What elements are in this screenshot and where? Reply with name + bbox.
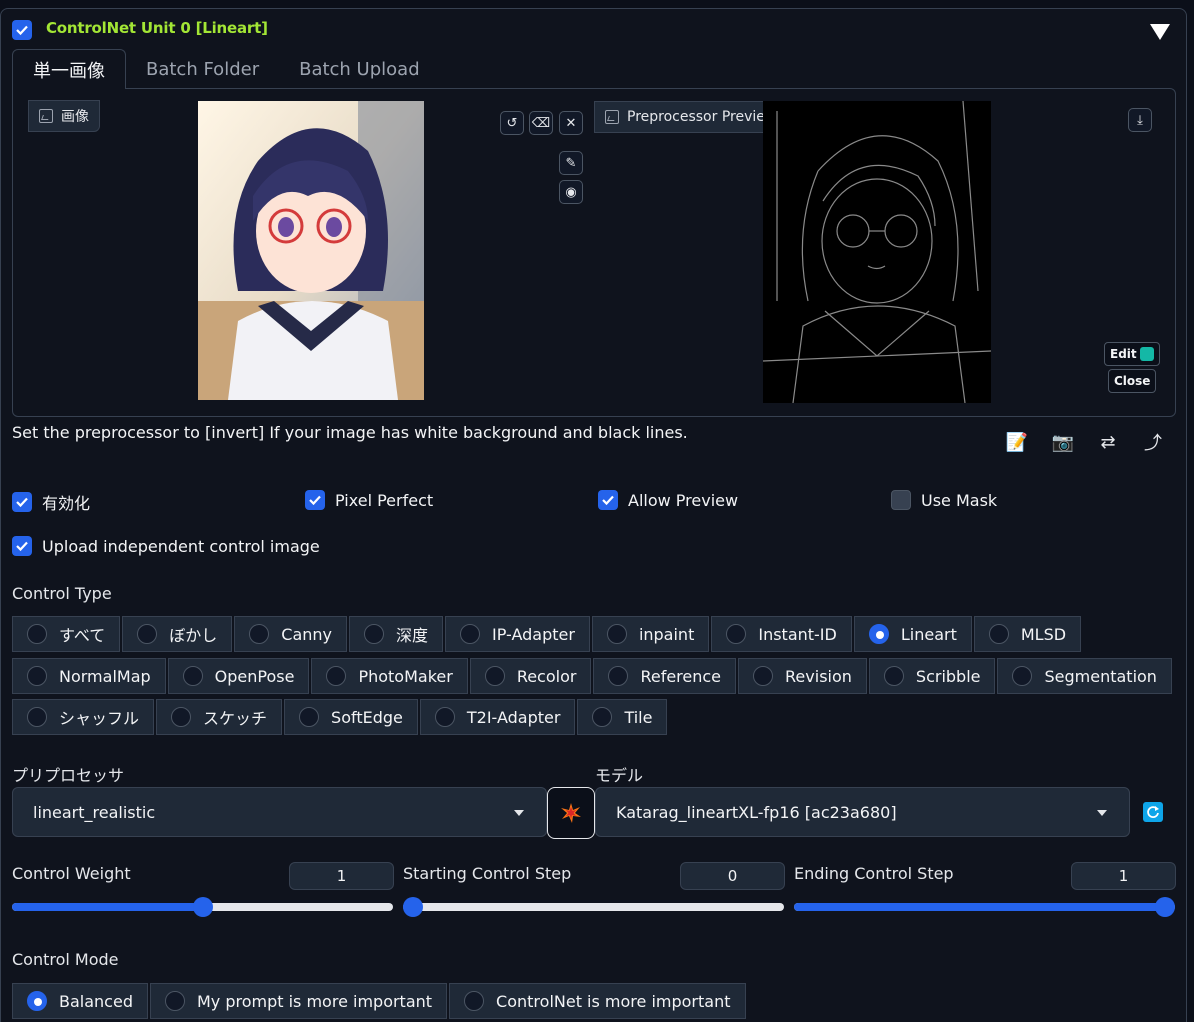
control-mode-balanced[interactable]: Balanced bbox=[12, 983, 148, 1019]
preprocessor-preview-label: Preprocessor Preview bbox=[594, 101, 788, 133]
ending-control-step-label: Ending Control Step bbox=[794, 864, 954, 883]
slider-thumb[interactable] bbox=[192, 897, 213, 917]
pixel-perfect-checkbox[interactable]: Pixel Perfect bbox=[305, 490, 433, 510]
tab-single-image[interactable]: 単一画像 bbox=[12, 49, 126, 89]
chevron-down-icon bbox=[1097, 810, 1107, 816]
starting-control-step-slider[interactable] bbox=[403, 897, 784, 917]
brush-icon[interactable]: ✎ bbox=[559, 151, 583, 175]
preprocessor-preview-image bbox=[763, 101, 991, 403]
control-weight-label: Control Weight bbox=[12, 864, 131, 883]
image-icon bbox=[605, 110, 619, 124]
lineart-preview-art bbox=[763, 101, 991, 403]
enable-checkbox[interactable]: 有効化 bbox=[12, 490, 90, 514]
check-icon bbox=[602, 495, 614, 506]
chevron-down-icon bbox=[514, 810, 524, 816]
run-preprocessor-button[interactable] bbox=[547, 787, 595, 839]
control-type-option[interactable]: PhotoMaker bbox=[311, 658, 468, 694]
preprocessor-label: プリプロセッサ bbox=[12, 766, 125, 785]
control-type-option[interactable]: スケッチ bbox=[156, 699, 283, 735]
control-type-row-2: NormalMap OpenPose PhotoMaker Recolor Re… bbox=[12, 658, 1174, 694]
use-mask-checkbox[interactable]: Use Mask bbox=[891, 490, 997, 510]
camera-icon[interactable]: 📷 bbox=[1051, 430, 1075, 454]
control-type-option[interactable]: inpaint bbox=[591, 616, 710, 652]
control-mode-prompt-important[interactable]: My prompt is more important bbox=[149, 983, 448, 1019]
model-dropdown[interactable]: Katarag_lineartXL-fp16 [ac23a680] bbox=[595, 787, 1130, 837]
close-icon[interactable]: ✕ bbox=[559, 111, 583, 135]
swap-icon[interactable]: ⇄ bbox=[1096, 430, 1120, 454]
control-type-option[interactable]: Canny bbox=[234, 616, 347, 652]
control-type-option[interactable]: Segmentation bbox=[997, 658, 1172, 694]
collapse-triangle-icon[interactable] bbox=[1150, 24, 1170, 40]
control-type-option[interactable]: Tile bbox=[577, 699, 668, 735]
control-type-option[interactable]: シャッフル bbox=[12, 699, 155, 735]
control-type-option[interactable]: Recolor bbox=[469, 658, 592, 694]
tab-batch-upload[interactable]: Batch Upload bbox=[279, 49, 440, 89]
explosion-icon bbox=[561, 803, 581, 823]
control-type-option[interactable]: OpenPose bbox=[167, 658, 310, 694]
control-mode-label: Control Mode bbox=[12, 950, 119, 969]
edit-button[interactable]: Edit bbox=[1104, 342, 1160, 366]
control-type-option[interactable]: Reference bbox=[593, 658, 737, 694]
control-type-option[interactable]: すべて bbox=[12, 616, 121, 652]
control-mode-controlnet-important[interactable]: ControlNet is more important bbox=[449, 983, 746, 1019]
preprocessor-dropdown[interactable]: lineart_realistic bbox=[12, 787, 547, 837]
control-type-option[interactable]: NormalMap bbox=[12, 658, 166, 694]
control-type-option[interactable]: MLSD bbox=[973, 616, 1082, 652]
unit-enable-checkbox[interactable] bbox=[12, 20, 32, 40]
close-button[interactable]: Close bbox=[1108, 369, 1157, 393]
control-type-option-selected[interactable]: Lineart bbox=[853, 616, 972, 652]
send-dimensions-icon[interactable]: ⤴ bbox=[1141, 430, 1165, 454]
starting-control-step-label: Starting Control Step bbox=[403, 864, 572, 883]
preprocessor-hint: Set the preprocessor to [invert] If your… bbox=[12, 423, 688, 442]
control-mode-options: Balanced My prompt is more important Con… bbox=[12, 983, 748, 1019]
eraser-icon[interactable]: ⌫ bbox=[529, 111, 553, 135]
control-type-option[interactable]: 深度 bbox=[349, 616, 444, 652]
input-image-art bbox=[198, 101, 424, 400]
control-type-option[interactable]: Revision bbox=[738, 658, 867, 694]
input-image-label: 画像 bbox=[28, 100, 100, 132]
image-area bbox=[12, 88, 1176, 417]
control-type-option[interactable]: ぼかし bbox=[122, 616, 233, 652]
ending-control-step-input[interactable]: 1 bbox=[1071, 862, 1176, 890]
refresh-models-button[interactable] bbox=[1143, 802, 1163, 822]
control-type-option[interactable]: Scribble bbox=[868, 658, 996, 694]
unit-title[interactable]: ControlNet Unit 0 [Lineart] bbox=[46, 19, 268, 37]
control-weight-input[interactable]: 1 bbox=[289, 862, 394, 890]
model-label: モデル bbox=[595, 766, 644, 785]
control-type-row-1: すべて ぼかし Canny 深度 IP-Adapter inpaint Inst… bbox=[12, 616, 1083, 652]
control-type-option[interactable]: SoftEdge bbox=[284, 699, 418, 735]
control-type-label: Control Type bbox=[12, 584, 112, 603]
download-icon[interactable]: ⤓ bbox=[1128, 108, 1152, 132]
allow-preview-checkbox[interactable]: Allow Preview bbox=[598, 490, 738, 510]
image-tabs: 単一画像 Batch Folder Batch Upload bbox=[12, 49, 440, 89]
image-icon bbox=[39, 109, 53, 123]
control-type-option[interactable]: Instant-ID bbox=[711, 616, 852, 652]
tab-batch-folder[interactable]: Batch Folder bbox=[126, 49, 279, 89]
photopea-icon bbox=[1139, 347, 1154, 361]
check-icon bbox=[309, 495, 321, 506]
check-icon bbox=[16, 25, 28, 36]
check-icon bbox=[16, 541, 28, 552]
slider-thumb[interactable] bbox=[403, 897, 423, 917]
ending-control-step-slider[interactable] bbox=[794, 897, 1175, 917]
control-type-option[interactable]: IP-Adapter bbox=[445, 616, 590, 652]
upload-independent-control-image-checkbox[interactable]: Upload independent control image bbox=[12, 536, 320, 556]
palette-icon[interactable]: ◉ bbox=[559, 180, 583, 204]
notepad-icon[interactable]: 📝 bbox=[1005, 430, 1029, 454]
control-weight-slider[interactable] bbox=[12, 897, 393, 917]
starting-control-step-input[interactable]: 0 bbox=[680, 862, 785, 890]
control-type-row-3: シャッフル スケッチ SoftEdge T2I-Adapter Tile bbox=[12, 699, 669, 735]
refresh-icon bbox=[1147, 806, 1159, 818]
check-icon bbox=[16, 497, 28, 508]
undo-icon[interactable]: ↺ bbox=[500, 111, 524, 135]
control-type-option[interactable]: T2I-Adapter bbox=[419, 699, 576, 735]
input-image[interactable] bbox=[198, 101, 424, 400]
slider-thumb[interactable] bbox=[1155, 897, 1175, 917]
